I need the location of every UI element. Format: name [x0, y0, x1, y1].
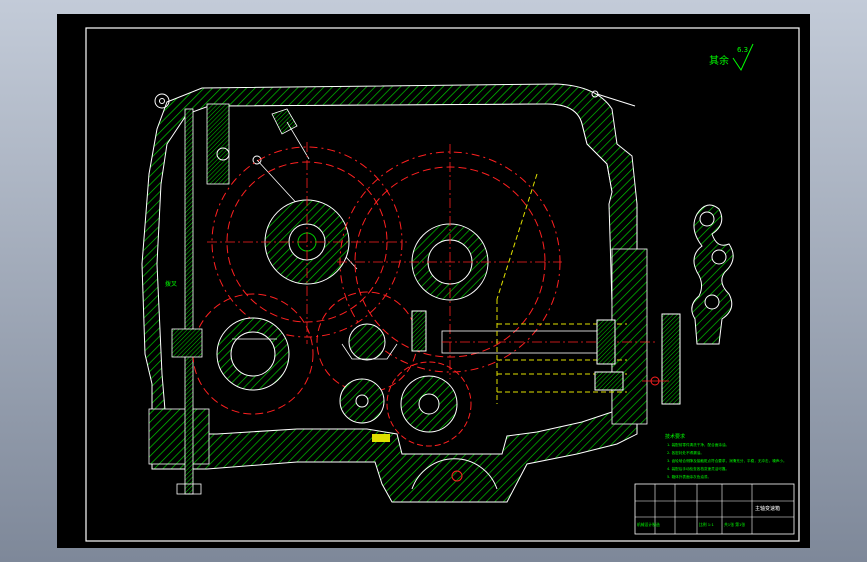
scale-label: 比例 1:1	[699, 522, 714, 527]
sheet-label: 共1张 第1张	[724, 522, 745, 527]
school-label: 机械设计制造	[637, 522, 660, 527]
viewport: 其余 6.3 拨叉 技术要求 1. 装配前零件清洗干净，配合面涂油。 2. 各密…	[0, 0, 867, 562]
assembly-drawing: 其余 6.3 拨叉 技术要求 1. 装配前零件清洗干净，配合面涂油。 2. 各密…	[85, 27, 800, 542]
drawing-title: 主轴变速箱	[755, 505, 780, 512]
gear-upper-left	[207, 142, 407, 344]
part-label: 拨叉	[165, 280, 177, 288]
tech-notes-title: 技术要求	[665, 433, 685, 440]
roughness-label: 其余	[709, 54, 729, 67]
tech-note-line: 3. 齿轮啮合侧隙及接触斑点符合要求，润滑充分，平稳，无冲击，噪声小。	[667, 458, 787, 463]
technical-notes: 技术要求 1. 装配前零件清洗干净，配合面涂油。 2. 各密封处不得漏油。 3.…	[665, 433, 787, 479]
title-block: 主轴变速箱 比例 1:1 共1张 第1张 机械设计制造	[634, 483, 795, 535]
drawing-sheet: 其余 6.3 拨叉 技术要求 1. 装配前零件清洗干净，配合面涂油。 2. 各密…	[57, 14, 810, 548]
tech-note-line: 5. 箱体外表面涂灰色油漆。	[667, 474, 711, 479]
roughness-value: 6.3	[737, 46, 748, 54]
tech-note-line: 4. 装配后手动检查各档变速灵活可靠。	[667, 466, 729, 471]
shift-lever	[642, 204, 734, 405]
tech-note-line: 2. 各密封处不得漏油。	[667, 450, 704, 455]
tech-note-line: 1. 装配前零件清洗干净，配合面涂油。	[667, 442, 729, 447]
surface-roughness-symbol: 其余 6.3	[709, 43, 754, 72]
